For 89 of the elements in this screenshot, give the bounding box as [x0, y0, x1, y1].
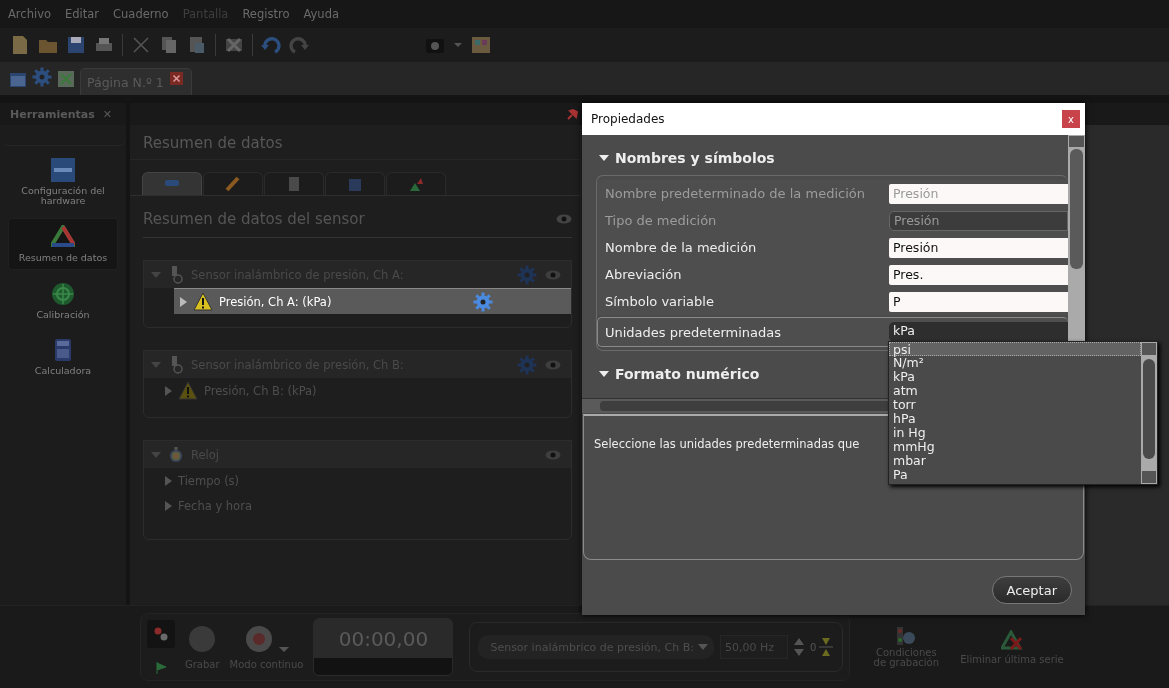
- text-field[interactable]: Pres.: [889, 264, 1068, 285]
- panel-title: Herramientas: [10, 107, 95, 121]
- copy-icon[interactable]: [159, 35, 179, 55]
- flag-icon[interactable]: [155, 662, 167, 674]
- traffic-light-icon: [895, 626, 918, 646]
- book-icon[interactable]: [471, 35, 491, 55]
- view-tab[interactable]: [142, 172, 202, 195]
- dropdown-field[interactable]: kPa: [889, 322, 1068, 342]
- plug-icon: [169, 265, 183, 284]
- pin-icon[interactable]: [566, 107, 578, 121]
- close-button[interactable]: ✕: [102, 107, 112, 121]
- stopwatch-icon: [169, 446, 183, 463]
- gear-icon[interactable]: [473, 291, 493, 312]
- close-icon[interactable]: [169, 71, 183, 85]
- sidebar-item[interactable]: Configuración del hardware: [8, 152, 118, 212]
- text-field[interactable]: Presión: [889, 237, 1068, 258]
- panel-title: Resumen de datos: [130, 125, 580, 160]
- arrows-icon: [818, 637, 835, 657]
- dots-icon: [154, 627, 168, 641]
- record-mode-button[interactable]: [147, 620, 175, 648]
- field-label: Nombre predeterminado de la medición: [605, 186, 866, 201]
- dropdown-option[interactable]: N/m²: [889, 356, 1141, 370]
- pencil-icon: [224, 176, 242, 192]
- close-button[interactable]: x: [1062, 110, 1080, 128]
- eye-icon[interactable]: [545, 449, 561, 460]
- paste-icon[interactable]: [187, 35, 207, 55]
- dropdown-option[interactable]: mbar: [889, 454, 1141, 468]
- plug-icon: [169, 355, 183, 374]
- dialog-title: Propiedades: [591, 112, 665, 126]
- record-circle-icon: [188, 624, 217, 653]
- field-label: Nombre de la medición: [605, 240, 758, 255]
- view-tab[interactable]: [264, 172, 324, 195]
- dropdown-option[interactable]: atm: [889, 384, 1141, 398]
- expand-triangle-icon[interactable]: [180, 296, 187, 307]
- redo-icon[interactable]: [289, 35, 309, 55]
- accept-button[interactable]: Aceptar: [991, 576, 1072, 604]
- text-field[interactable]: P: [889, 291, 1068, 312]
- section-header[interactable]: Nombres y símbolos: [599, 148, 775, 168]
- collapse-triangle-icon[interactable]: [151, 449, 161, 460]
- dropdown-option[interactable]: mmHg: [889, 440, 1141, 454]
- triangle-icon: [51, 225, 75, 249]
- undo-icon[interactable]: [261, 35, 281, 55]
- dropdown-option[interactable]: in Hg: [889, 426, 1141, 440]
- field-label: Unidades predeterminadas: [605, 324, 782, 340]
- new-document-icon[interactable]: [10, 35, 30, 55]
- gear-icon[interactable]: [32, 67, 52, 87]
- sidebar-item[interactable]: Calibración: [8, 276, 118, 326]
- target-icon: [51, 282, 75, 306]
- delete-triangle-icon: [1001, 629, 1023, 650]
- eye-icon[interactable]: [545, 269, 561, 280]
- expand-triangle-icon[interactable]: [165, 385, 172, 396]
- tree-row[interactable]: Presión, Ch A: (kPa): [174, 288, 571, 314]
- dropdown-option[interactable]: hPa: [889, 412, 1141, 426]
- field-label: Tipo de medición: [605, 213, 718, 228]
- dial-icon: [244, 624, 273, 653]
- field-label: Símbolo variable: [605, 294, 715, 309]
- caret-icon: [278, 644, 289, 653]
- sidebar-item[interactable]: Resumen de datos: [8, 218, 118, 270]
- eye-icon[interactable]: [556, 214, 572, 224]
- eye-icon[interactable]: [545, 359, 561, 370]
- expand-triangle-icon[interactable]: [165, 475, 172, 486]
- view-tab[interactable]: [325, 172, 385, 195]
- collapse-triangle-icon[interactable]: [151, 359, 161, 370]
- delete-icon[interactable]: [224, 35, 244, 55]
- window-icon[interactable]: [10, 73, 26, 87]
- scrollbar[interactable]: [1141, 342, 1157, 484]
- dropdown-option[interactable]: Pa: [889, 468, 1141, 482]
- menu-item[interactable]: Registro: [242, 7, 290, 21]
- view-tab[interactable]: [203, 172, 263, 195]
- dropdown-option[interactable]: psi: [889, 342, 1141, 356]
- menu-item[interactable]: Ayuda: [303, 7, 339, 21]
- hardware-icon: [51, 158, 75, 182]
- expand-triangle-icon[interactable]: [165, 500, 172, 511]
- menu-item[interactable]: Editar: [65, 7, 100, 21]
- view-tab[interactable]: [386, 172, 446, 195]
- menu-item[interactable]: Cuaderno: [113, 7, 169, 21]
- dropdown-option[interactable]: kPa: [889, 370, 1141, 384]
- collapse-triangle-icon[interactable]: [151, 269, 161, 280]
- field-label: Abreviación: [605, 267, 683, 282]
- spinner-icon[interactable]: [793, 637, 804, 657]
- section-header[interactable]: Formato numérico: [599, 364, 760, 384]
- sidebar-item[interactable]: Calculadora: [8, 332, 118, 382]
- caret-icon: [697, 643, 708, 651]
- units-dropdown-menu[interactable]: psi N/m² kPa atm torr hPa in Hg mmHg mbar Pa: [888, 341, 1158, 485]
- dropdown-option[interactable]: torr: [889, 398, 1141, 412]
- help-text: Seleccione las unidades predeterminadas que: [594, 437, 860, 451]
- save-icon[interactable]: [66, 35, 86, 55]
- chart-icon: [407, 176, 425, 192]
- menu-item[interactable]: Archivo: [8, 7, 51, 21]
